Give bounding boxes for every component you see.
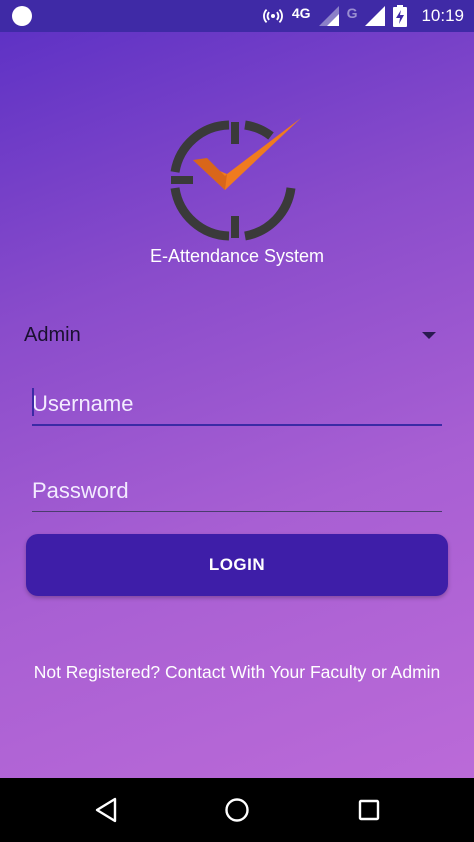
status-time: 10:19 <box>421 6 464 25</box>
role-dropdown[interactable]: Admin <box>24 318 442 352</box>
hotspot-icon <box>262 8 283 24</box>
nav-back-button[interactable] <box>86 790 126 830</box>
role-selected-value: Admin <box>24 323 81 346</box>
signal-strength-secondary-icon <box>365 6 386 26</box>
not-registered-text: Not Registered? Contact With Your Facult… <box>33 662 441 682</box>
username-field[interactable] <box>32 384 442 426</box>
text-cursor <box>32 388 34 416</box>
recents-square-icon <box>358 799 380 821</box>
signal-strength-icon <box>318 6 339 26</box>
network-type-primary: 4G <box>291 5 311 21</box>
username-input[interactable] <box>32 384 442 424</box>
nav-home-button[interactable] <box>217 790 257 830</box>
nav-recents-button[interactable] <box>349 790 389 830</box>
password-field[interactable] <box>32 470 442 512</box>
status-icons: 4G G 10:19 <box>262 0 464 32</box>
navigation-bar <box>0 778 474 842</box>
network-type-secondary: G <box>346 5 358 21</box>
battery-charging-icon <box>393 5 408 27</box>
app-title: E-Attendance System <box>149 246 325 266</box>
notification-dot-icon <box>12 6 32 26</box>
dropdown-arrow-icon <box>422 331 436 339</box>
status-bar: 4G G 10:19 <box>0 0 474 32</box>
home-circle-icon <box>225 798 249 822</box>
back-triangle-icon <box>95 797 117 823</box>
login-button[interactable]: LOGIN <box>26 534 448 596</box>
password-input[interactable] <box>32 470 442 511</box>
app-screen: 4G G 10:19 E-Attendance System Admin Use… <box>0 0 474 778</box>
clock-check-logo-icon <box>170 118 301 241</box>
